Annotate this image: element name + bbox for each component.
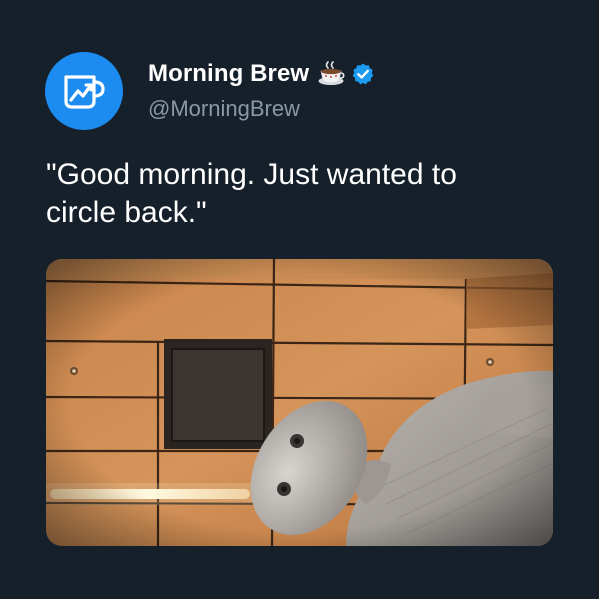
coffee-mug-chart-icon: [64, 75, 105, 109]
tweet-card: Morning Brew @MorningBrew "Good morning.…: [0, 0, 599, 599]
tweet-media-image[interactable]: [46, 259, 553, 546]
author-avatar[interactable]: [45, 52, 123, 130]
author-handle[interactable]: @MorningBrew: [148, 96, 300, 122]
verified-badge-icon: [352, 63, 374, 85]
author-display-name[interactable]: Morning Brew: [148, 60, 309, 88]
coffee-cup-emoji-icon: [318, 61, 345, 85]
mannequin-photo: [46, 259, 553, 546]
author-name-row: Morning Brew: [148, 58, 375, 90]
tweet-text: "Good morning. Just wanted to circle bac…: [46, 158, 457, 229]
